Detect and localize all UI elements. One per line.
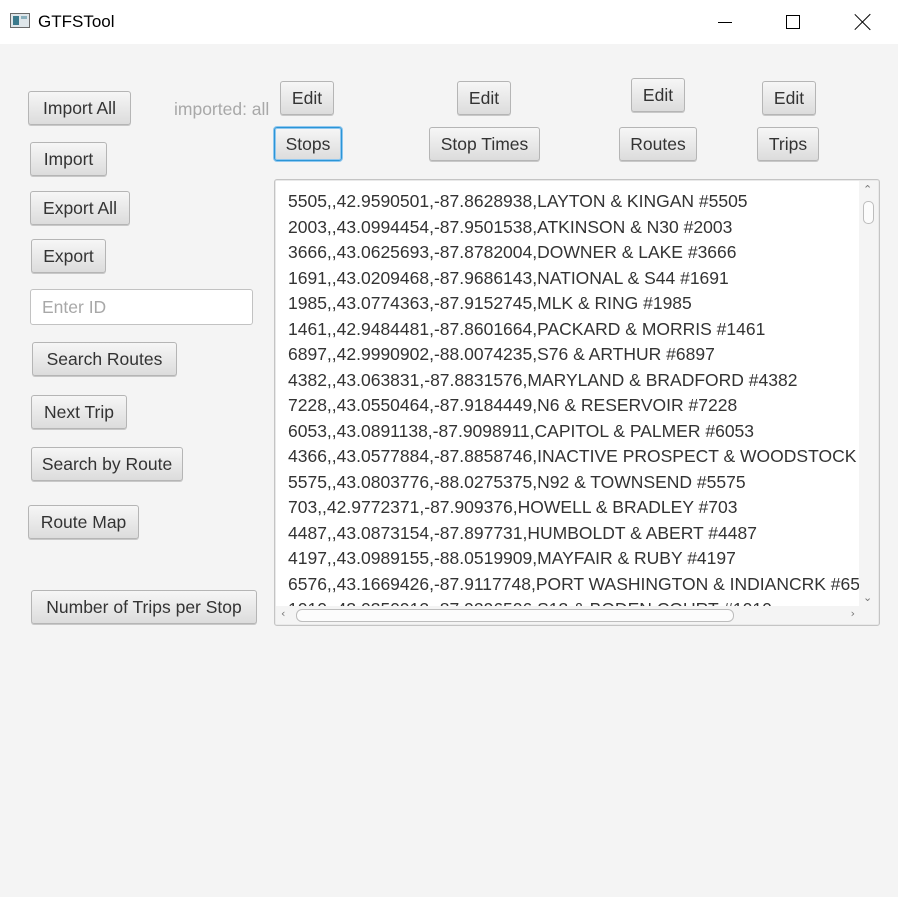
export-button[interactable]: Export <box>31 239 106 273</box>
tab-trips[interactable]: Trips <box>757 127 819 161</box>
id-input[interactable] <box>30 289 253 325</box>
search-by-route-button[interactable]: Search by Route <box>31 447 183 481</box>
text-lines: 5505,,42.9590501,-87.8628938,LAYTON & KI… <box>276 181 860 607</box>
text-line: 7228,,43.0550464,-87.9184449,N6 & RESERV… <box>288 395 738 415</box>
chevron-left-icon[interactable]: ‹ <box>281 608 285 619</box>
route-map-button[interactable]: Route Map <box>28 505 139 539</box>
vertical-scroll-thumb[interactable] <box>863 201 874 224</box>
search-routes-button[interactable]: Search Routes <box>32 342 177 376</box>
text-line: 6576,,43.1669426,-87.9117748,PORT WASHIN… <box>288 573 860 594</box>
text-line: 4366,,43.0577884,-87.8858746,INACTIVE PR… <box>288 446 860 466</box>
text-line: 4487,,43.0873154,-87.897731,HUMBOLDT & A… <box>288 522 757 543</box>
data-text-area[interactable]: 5505,,42.9590501,-87.8628938,LAYTON & KI… <box>274 179 880 626</box>
minimize-icon <box>718 21 732 23</box>
close-button[interactable] <box>840 0 886 44</box>
import-status-label: imported: all <box>174 99 270 119</box>
chevron-up-icon[interactable]: ⌃ <box>863 184 872 195</box>
maximize-icon <box>786 15 800 29</box>
horizontal-scrollbar[interactable]: ‹ › <box>276 606 860 624</box>
next-trip-button[interactable]: Next Trip <box>31 395 127 429</box>
text-line: 4197,,43.0989155,-88.0519909,MAYFAIR & R… <box>288 548 736 568</box>
tab-routes[interactable]: Routes <box>619 127 697 161</box>
tab-stop-times[interactable]: Stop Times <box>429 127 540 161</box>
import-all-button[interactable]: Import All <box>28 91 131 125</box>
horizontal-scroll-thumb[interactable] <box>296 609 734 622</box>
edit-routes-button[interactable]: Edit <box>631 78 685 112</box>
edit-stops-button[interactable]: Edit <box>280 81 334 115</box>
tab-stops[interactable]: Stops <box>274 127 342 161</box>
trips-per-stop-button[interactable]: Number of Trips per Stop <box>31 590 257 624</box>
text-line: 6053,,43.0891138,-87.9098911,CAPITOL & P… <box>288 420 755 441</box>
text-line: 3666,,43.0625693,-87.8782004,DOWNER & LA… <box>288 242 737 262</box>
text-line: 1461,,42.9484481,-87.8601664,PACKARD & M… <box>288 318 766 339</box>
text-line: 5575,,43.0803776,-88.0275375,N92 & TOWNS… <box>288 471 746 492</box>
scroll-corner <box>859 606 878 624</box>
edit-trips-button[interactable]: Edit <box>762 81 816 115</box>
text-line: 4382,,43.063831,-87.8831576,MARYLAND & B… <box>288 369 798 390</box>
text-line: 1985,,43.0774363,-87.9152745,MLK & RING … <box>288 293 692 313</box>
text-line: 6897,,42.9990902,-88.0074235,S76 & ARTHU… <box>288 344 715 364</box>
app-icon <box>10 13 30 28</box>
close-icon <box>854 13 872 31</box>
text-line: 703,,42.9772371,-87.909376,HOWELL & BRAD… <box>288 497 738 517</box>
export-all-button[interactable]: Export All <box>30 191 130 225</box>
vertical-scrollbar[interactable]: ⌃ ⌄ <box>859 181 878 607</box>
text-line: 2003,,43.0994454,-87.9501538,ATKINSON & … <box>288 216 733 237</box>
text-line: 1691,,43.0209468,-87.9686143,NATIONAL & … <box>288 267 729 288</box>
title-bar: GTFSTool <box>0 0 898 44</box>
maximize-button[interactable] <box>770 0 816 44</box>
text-line: 5505,,42.9590501,-87.8628938,LAYTON & KI… <box>288 191 748 211</box>
import-button[interactable]: Import <box>30 142 107 176</box>
edit-stop-times-button[interactable]: Edit <box>457 81 511 115</box>
window-title: GTFSTool <box>38 12 115 31</box>
chevron-right-icon[interactable]: › <box>851 608 855 619</box>
text-viewport: 5505,,42.9590501,-87.8628938,LAYTON & KI… <box>276 181 860 607</box>
minimize-button[interactable] <box>702 0 748 44</box>
chevron-down-icon[interactable]: ⌄ <box>863 592 872 603</box>
